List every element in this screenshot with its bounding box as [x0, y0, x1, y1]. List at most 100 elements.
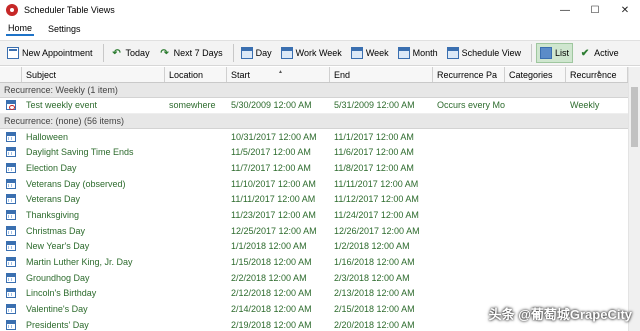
- cell-end: 11/6/2017 12:00 AM: [334, 147, 414, 158]
- list-icon: [540, 47, 553, 59]
- cell-recurrence: Weekly: [570, 100, 600, 111]
- appointment-icon: [6, 288, 16, 299]
- appointment-icon: [6, 319, 16, 330]
- cell-subject: Test weekly event: [26, 100, 98, 111]
- scrollbar-thumb[interactable]: [631, 87, 638, 147]
- cell-subject: Lincoln's Birthday: [26, 288, 97, 299]
- table-row[interactable]: Veterans Day (observed) 11/10/2017 12:00 …: [0, 176, 628, 192]
- table-row[interactable]: New Year's Day 1/1/2018 12:00 AM 1/2/2018 …: [0, 239, 628, 255]
- table-row[interactable]: Halloween 10/31/2017 12:00 AM 11/1/2017 12…: [0, 129, 628, 145]
- grid-header: Subject Location Start End Recurrence Pa…: [0, 67, 628, 83]
- toolbar: New Appointment ↶ Today ↷ Next 7 Days Da…: [0, 40, 640, 66]
- day-view-button[interactable]: Day: [238, 43, 275, 63]
- title-bar: Scheduler Table Views — ☐ ✕: [0, 0, 640, 20]
- cell-start: 2/2/2018 12:00 AM: [231, 272, 307, 283]
- month-view-button[interactable]: Month: [395, 43, 441, 63]
- column-header-subject[interactable]: Subject: [22, 67, 165, 82]
- cell-end: 5/31/2009 12:00 AM: [334, 100, 415, 111]
- column-header-location[interactable]: Location: [165, 67, 227, 82]
- appointment-icon: [6, 178, 16, 189]
- cell-location: somewhere: [169, 100, 216, 111]
- month-view-label: Month: [412, 48, 438, 58]
- table-row[interactable]: Veterans Day 11/11/2017 12:00 AM 11/12/201…: [0, 191, 628, 207]
- active-filter-label: Active: [594, 48, 619, 58]
- close-button[interactable]: ✕: [610, 0, 640, 20]
- cell-subject: Christmas Day: [26, 225, 86, 236]
- tab-settings[interactable]: Settings: [46, 23, 83, 35]
- cell-start: 1/1/2018 12:00 AM: [231, 241, 307, 252]
- toolbar-divider: [531, 44, 533, 62]
- cell-start: 11/5/2017 12:00 AM: [231, 147, 311, 158]
- table-row[interactable]: Thanksgiving 11/23/2017 12:00 AM 11/24/201…: [0, 207, 628, 223]
- cell-end: 12/26/2017 12:00 AM: [334, 225, 420, 236]
- calendar-day-icon: [240, 47, 253, 59]
- window-controls: — ☐ ✕: [550, 0, 640, 20]
- cell-subject: Thanksgiving: [26, 209, 80, 220]
- checkmark-icon: ✔: [580, 47, 590, 59]
- appointment-icon: [6, 162, 16, 173]
- icon-column-header[interactable]: [0, 67, 22, 82]
- cell-end: 11/8/2017 12:00 AM: [334, 162, 414, 173]
- table-row[interactable]: Christmas Day 12/25/2017 12:00 AM 12/26/20…: [0, 223, 628, 239]
- table-row[interactable]: Election Day 11/7/2017 12:00 AM 11/8/2017 …: [0, 160, 628, 176]
- week-view-label: Week: [365, 48, 389, 58]
- table-row[interactable]: Lincoln's Birthday 2/12/2018 12:00 AM 2/13…: [0, 286, 628, 302]
- calendar-week-icon: [350, 47, 363, 59]
- cell-end: 11/1/2017 12:00 AM: [334, 131, 414, 142]
- cell-end: 11/11/2017 12:00 AM: [334, 178, 419, 189]
- appointment-icon: [6, 225, 16, 236]
- group-header-none[interactable]: Recurrence: (none) (56 items): [0, 113, 628, 129]
- cell-subject: Martin Luther King, Jr. Day: [26, 257, 133, 268]
- cell-subject: Groundhog Day: [26, 272, 90, 283]
- schedule-view-label: Schedule View: [461, 48, 522, 58]
- column-header-start[interactable]: Start: [227, 67, 330, 82]
- table-row[interactable]: Martin Luther King, Jr. Day 1/15/2018 12:…: [0, 254, 628, 270]
- week-view-button[interactable]: Week: [348, 43, 392, 63]
- cell-subject: New Year's Day: [26, 241, 90, 252]
- window-title: Scheduler Table Views: [24, 5, 115, 15]
- ribbon-tabs: Home Settings: [0, 20, 640, 38]
- new-appointment-icon: [7, 47, 19, 59]
- column-header-end[interactable]: End: [330, 67, 433, 82]
- cell-start: 10/31/2017 12:00 AM: [231, 131, 317, 142]
- column-header-recurrence[interactable]: Recurrence: [566, 67, 628, 82]
- appointment-icon: [6, 241, 16, 252]
- forward-arrow-icon: ↷: [160, 47, 169, 59]
- cell-start: 11/23/2017 12:00 AM: [231, 209, 316, 220]
- tab-home[interactable]: Home: [6, 22, 35, 36]
- schedule-view-button[interactable]: Schedule View: [444, 43, 524, 63]
- vertical-scrollbar[interactable]: [628, 67, 640, 331]
- table-row[interactable]: Test weekly event somewhere 5/30/2009 12…: [0, 98, 628, 114]
- work-week-view-label: Work Week: [295, 48, 342, 58]
- table-row[interactable]: Daylight Saving Time Ends 11/5/2017 12:00…: [0, 144, 628, 160]
- watermark-text: 头条 @葡萄城GrapeCity: [488, 307, 632, 322]
- group-rows-none: Halloween 10/31/2017 12:00 AM 11/1/2017 12…: [0, 129, 628, 331]
- cell-end: 2/13/2018 12:00 AM: [334, 288, 415, 299]
- column-header-categories[interactable]: Categories: [505, 67, 566, 82]
- work-week-view-button[interactable]: Work Week: [278, 43, 345, 63]
- next-7-days-button[interactable]: ↷ Next 7 Days: [156, 43, 226, 63]
- maximize-button[interactable]: ☐: [580, 0, 610, 20]
- appointment-icon: [6, 194, 16, 205]
- group-header-weekly[interactable]: Recurrence: Weekly (1 item): [0, 83, 628, 98]
- appointment-icon: [6, 272, 16, 283]
- cell-start: 1/15/2018 12:00 AM: [231, 257, 312, 268]
- app-icon: [6, 4, 18, 16]
- appointment-icon: [6, 257, 16, 268]
- cell-start: 11/7/2017 12:00 AM: [231, 162, 311, 173]
- minimize-button[interactable]: —: [550, 0, 580, 20]
- list-view-button[interactable]: List: [536, 43, 574, 63]
- today-button[interactable]: ↶ Today: [108, 43, 153, 63]
- table-row[interactable]: Groundhog Day 2/2/2018 12:00 AM 2/3/2018 1…: [0, 270, 628, 286]
- new-appointment-button[interactable]: New Appointment: [4, 43, 96, 63]
- cell-start: 11/10/2017 12:00 AM: [231, 178, 316, 189]
- cell-end: 1/2/2018 12:00 AM: [334, 241, 410, 252]
- column-header-recurrence-pattern[interactable]: Recurrence Pa: [433, 67, 505, 82]
- calendar-month-icon: [397, 47, 410, 59]
- appointment-icon: [6, 304, 16, 315]
- appointment-icon: [6, 131, 16, 142]
- next-7-days-label: Next 7 Days: [173, 48, 223, 58]
- cell-end: 2/15/2018 12:00 AM: [334, 304, 415, 315]
- active-filter-button[interactable]: ✔ Active: [576, 43, 622, 63]
- back-arrow-icon: ↶: [112, 47, 121, 59]
